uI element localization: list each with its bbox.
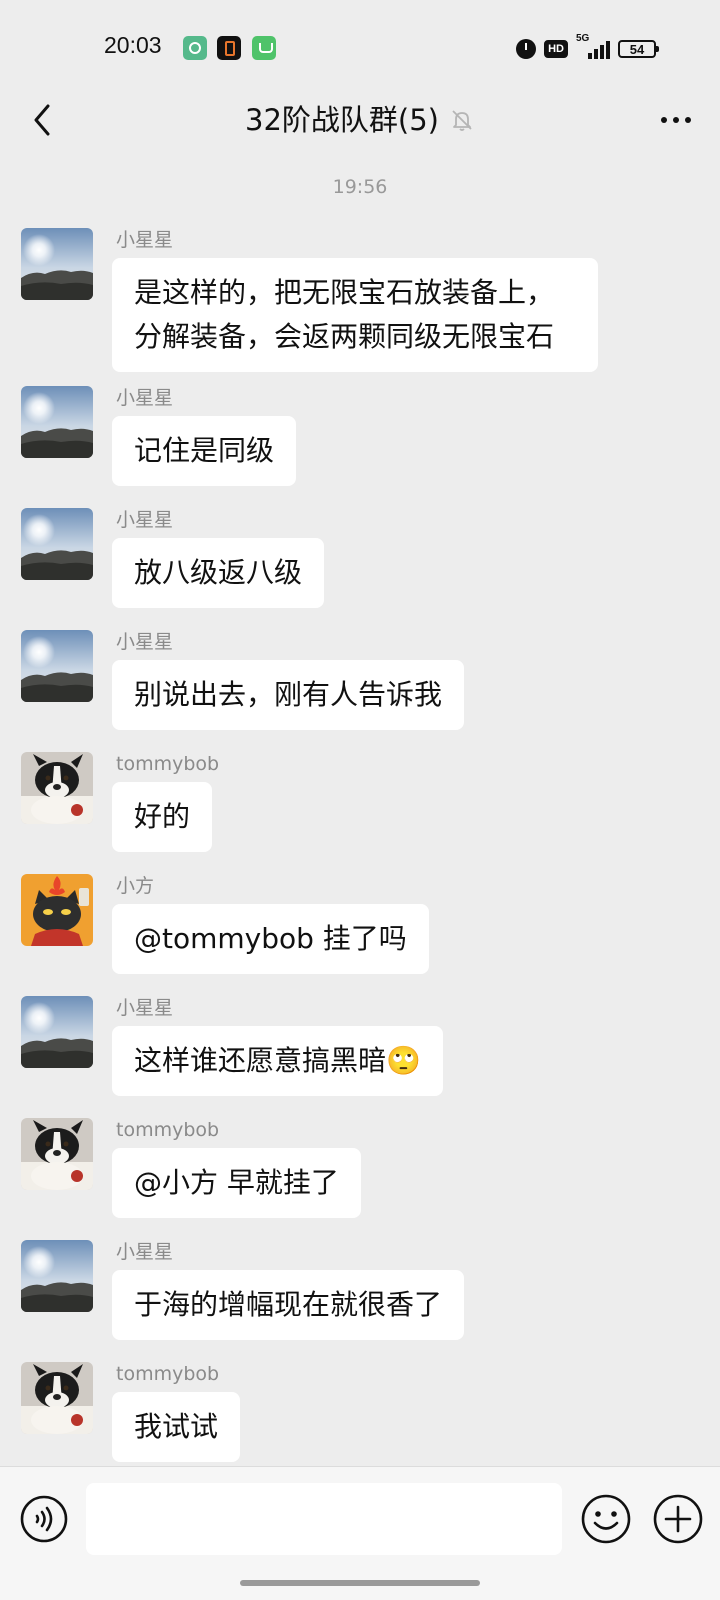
message-bubble[interactable]: @小方 早就挂了 — [112, 1148, 361, 1218]
green-circle-app-icon — [183, 36, 207, 60]
message-bubble[interactable]: 我试试 — [112, 1392, 241, 1462]
green-sim-app-icon — [252, 36, 276, 60]
battery-icon: 54 — [618, 40, 659, 58]
sender-name: 小星星 — [116, 1241, 174, 1263]
message-bubble[interactable]: 好的 — [112, 782, 213, 852]
message-bubble[interactable]: 记住是同级 — [112, 416, 297, 486]
message-bubble[interactable]: 这样谁还愿意搞黑暗🙄 — [112, 1026, 443, 1096]
bulldog-avatar[interactable] — [21, 752, 93, 824]
hd-icon: HD — [544, 40, 568, 58]
message-bubble[interactable]: 别说出去，刚有人告诉我 — [112, 660, 465, 730]
status-right-group: HD 5G 54 — [516, 33, 659, 62]
landscape-avatar[interactable] — [21, 386, 93, 458]
landscape-avatar[interactable] — [21, 630, 93, 702]
message-list[interactable]: 19:56 小星星 是这样的，把无限宝石放装备上，分解装备，会返两颗同级无限宝石… — [0, 162, 720, 1466]
message-input[interactable] — [86, 1483, 562, 1555]
chat-header: 32阶战队群(5) — [0, 96, 720, 162]
alarm-icon — [516, 39, 537, 59]
input-bar — [0, 1466, 720, 1600]
message-bubble[interactable]: 于海的增幅现在就很香了 — [112, 1270, 465, 1340]
bell-muted-icon — [452, 110, 472, 131]
signal-icon: 5G — [576, 33, 610, 61]
sender-name: 小方 — [116, 875, 155, 897]
sender-name: tommybob — [116, 753, 220, 775]
sender-name: tommybob — [116, 1363, 220, 1385]
chat-title-container: 32阶战队群(5) — [0, 100, 720, 140]
plus-circle-icon[interactable] — [652, 1493, 704, 1545]
landscape-avatar[interactable] — [21, 996, 93, 1068]
landscape-avatar[interactable] — [21, 228, 93, 300]
message-bubble[interactable]: 放八级返八级 — [112, 538, 325, 608]
more-horizontal-icon[interactable] — [656, 102, 696, 138]
sender-name: 小星星 — [116, 509, 174, 531]
emoji-icon[interactable] — [580, 1493, 632, 1545]
sender-name: 小星星 — [116, 631, 174, 653]
black-orange-app-icon — [217, 36, 241, 60]
chat-timestamp: 19:56 — [332, 176, 388, 198]
sender-name: 小星星 — [116, 997, 174, 1019]
landscape-avatar[interactable] — [21, 1240, 93, 1312]
black-cat-avatar[interactable] — [21, 874, 93, 946]
landscape-avatar[interactable] — [21, 508, 93, 580]
voice-icon[interactable] — [20, 1495, 68, 1543]
message-bubble[interactable]: @tommybob 挂了吗 — [112, 904, 429, 974]
message-bubble[interactable]: 是这样的，把无限宝石放装备上，分解装备，会返两颗同级无限宝石 — [112, 258, 598, 372]
sender-name: 小星星 — [116, 229, 174, 251]
bulldog-avatar[interactable] — [21, 1362, 93, 1434]
bulldog-avatar[interactable] — [21, 1118, 93, 1190]
sender-name: tommybob — [116, 1119, 220, 1141]
status-bar: 20:03 HD 5G 54 — [0, 0, 720, 96]
chat-title: 32阶战队群(5) — [245, 103, 439, 137]
status-time: 20:03 — [104, 32, 162, 58]
sender-name: 小星星 — [116, 387, 174, 409]
home-indicator[interactable] — [240, 1580, 480, 1586]
battery-level: 54 — [629, 41, 645, 57]
